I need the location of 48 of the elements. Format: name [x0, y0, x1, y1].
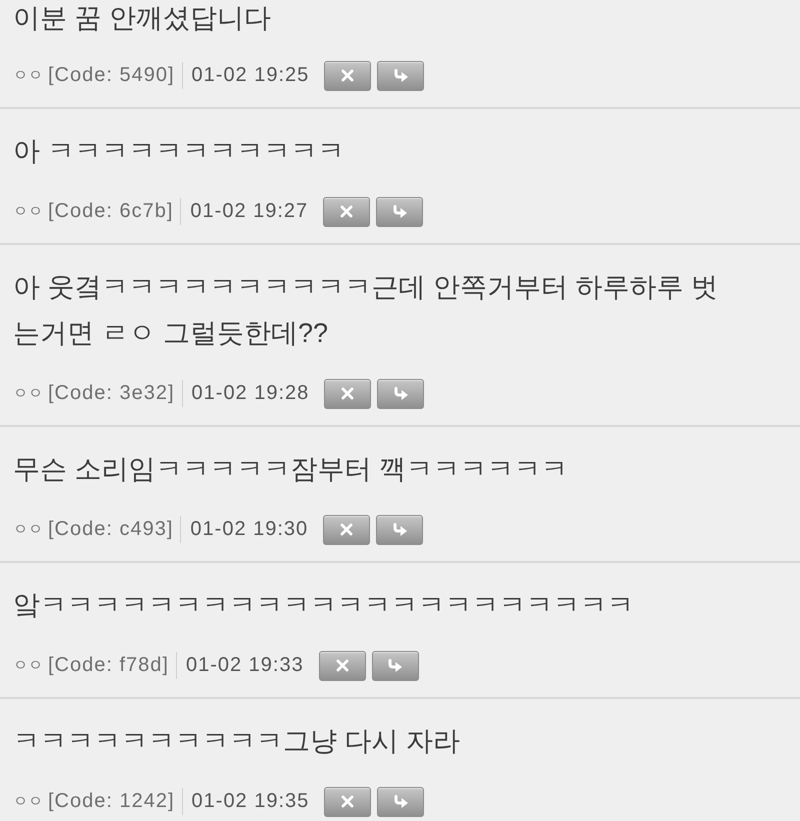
author-name: ㅇㅇ	[13, 792, 43, 811]
reply-button[interactable]	[376, 196, 424, 226]
x-icon	[341, 387, 354, 400]
author-name: ㅇㅇ	[13, 202, 43, 221]
reply-button[interactable]	[377, 60, 424, 90]
comment-time: 01-02 19:28	[192, 382, 310, 405]
delete-button[interactable]	[318, 650, 366, 680]
delete-button[interactable]	[324, 786, 372, 816]
x-icon	[340, 205, 354, 218]
comment-text: 앜ㅋㅋㅋㅋㅋㅋㅋㅋㅋㅋㅋㅋㅋㅋㅋㅋㅋㅋㅋㅋㅋㅋ	[13, 589, 635, 622]
comment-text: 아 웃곀ㅋㅋㅋㅋㅋㅋㅋㅋㅋㅋ근데 안쪽거부터 하루하루 벗는거면 ㄹㅇ 그럴듯한데??	[13, 271, 720, 350]
bent-arrow-icon	[387, 658, 404, 672]
comment-time: 01-02 19:27	[190, 200, 308, 223]
user-code: [Code: 3e32]	[48, 382, 175, 405]
delete-button[interactable]	[323, 514, 370, 544]
delete-button[interactable]	[324, 60, 372, 90]
bent-arrow-icon	[392, 386, 409, 400]
comment-time: 01-02 19:33	[186, 654, 304, 677]
reply-button[interactable]	[377, 786, 424, 816]
user-code: [Code: 1242]	[48, 790, 175, 813]
comment-text: 아 ㅋㅋㅋㅋㅋㅋㅋㅋㅋㅋㅋ	[13, 135, 346, 168]
delete-button[interactable]	[323, 196, 370, 226]
bent-arrow-icon	[392, 794, 409, 808]
comment-text: 무슨 소리임ㅋㅋㅋㅋㅋ잠부터 깩ㅋㅋㅋㅋㅋㅋ	[13, 453, 570, 486]
x-icon	[341, 69, 354, 82]
comment-text: 이분 꿈 안깨셨답니다	[13, 2, 272, 35]
x-icon	[340, 523, 354, 536]
comment-time: 01-02 19:35	[192, 790, 310, 813]
user-code: [Code: 6c7b]	[48, 200, 174, 223]
author-name: ㅇㅇ	[13, 66, 43, 85]
reply-button[interactable]	[376, 514, 424, 544]
bent-arrow-icon	[392, 68, 409, 82]
reply-button[interactable]	[377, 378, 424, 408]
x-icon	[336, 659, 349, 672]
user-code: [Code: c493]	[48, 518, 174, 541]
author-name: ㅇㅇ	[13, 520, 43, 539]
comment-time: 01-02 19:25	[192, 64, 310, 87]
x-icon	[341, 795, 354, 808]
author-name: ㅇㅇ	[13, 384, 43, 403]
user-code: [Code: f78d]	[48, 654, 169, 677]
delete-button[interactable]	[324, 378, 372, 408]
reply-button[interactable]	[372, 650, 419, 680]
comment-time: 01-02 19:30	[190, 518, 308, 541]
bent-arrow-icon	[392, 522, 408, 536]
author-name: ㅇㅇ	[13, 656, 43, 675]
user-code: [Code: 5490]	[48, 64, 175, 87]
comment-text: ㅋㅋㅋㅋㅋㅋㅋㅋㅋㅋ그냥 다시 자라	[13, 725, 462, 758]
bent-arrow-icon	[392, 204, 408, 218]
